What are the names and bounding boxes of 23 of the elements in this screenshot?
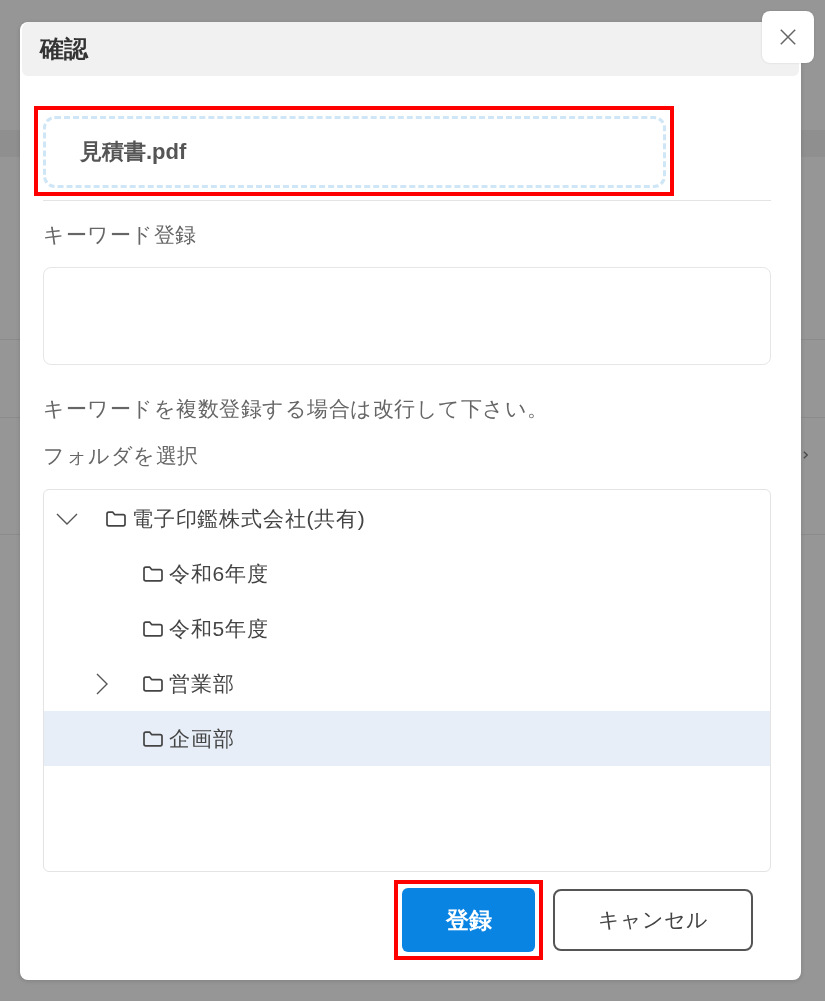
cancel-button[interactable]: キャンセル xyxy=(553,889,753,951)
folder-tree-item[interactable]: 企画部 xyxy=(44,711,770,766)
chevron-right-icon xyxy=(803,451,808,459)
folder-icon xyxy=(143,730,163,747)
folder-icon xyxy=(143,620,163,637)
close-icon xyxy=(780,29,796,45)
folder-icon xyxy=(143,675,163,692)
folder-icon xyxy=(143,565,163,582)
chevron-down-icon[interactable] xyxy=(56,512,78,525)
keyword-hint: キーワードを複数登録する場合は改行して下さい。 xyxy=(43,396,549,422)
folder-label: フォルダを選択 xyxy=(43,443,199,469)
register-button[interactable]: 登録 xyxy=(402,888,535,952)
keyword-label: キーワード登録 xyxy=(43,222,197,248)
keyword-input[interactable] xyxy=(43,267,771,365)
folder-tree-item[interactable]: 電子印鑑株式会社(共有) xyxy=(44,491,770,546)
folder-icon xyxy=(106,510,126,527)
folder-tree-item[interactable]: 営業部 xyxy=(44,656,770,711)
close-button[interactable] xyxy=(762,11,814,63)
folder-tree-item[interactable]: 令和5年度 xyxy=(44,601,770,656)
dialog-title: 確認 xyxy=(40,34,88,64)
file-name: 見積書.pdf xyxy=(80,138,187,166)
chevron-right-icon[interactable] xyxy=(96,672,108,695)
folder-tree-item[interactable]: 令和6年度 xyxy=(44,546,770,601)
